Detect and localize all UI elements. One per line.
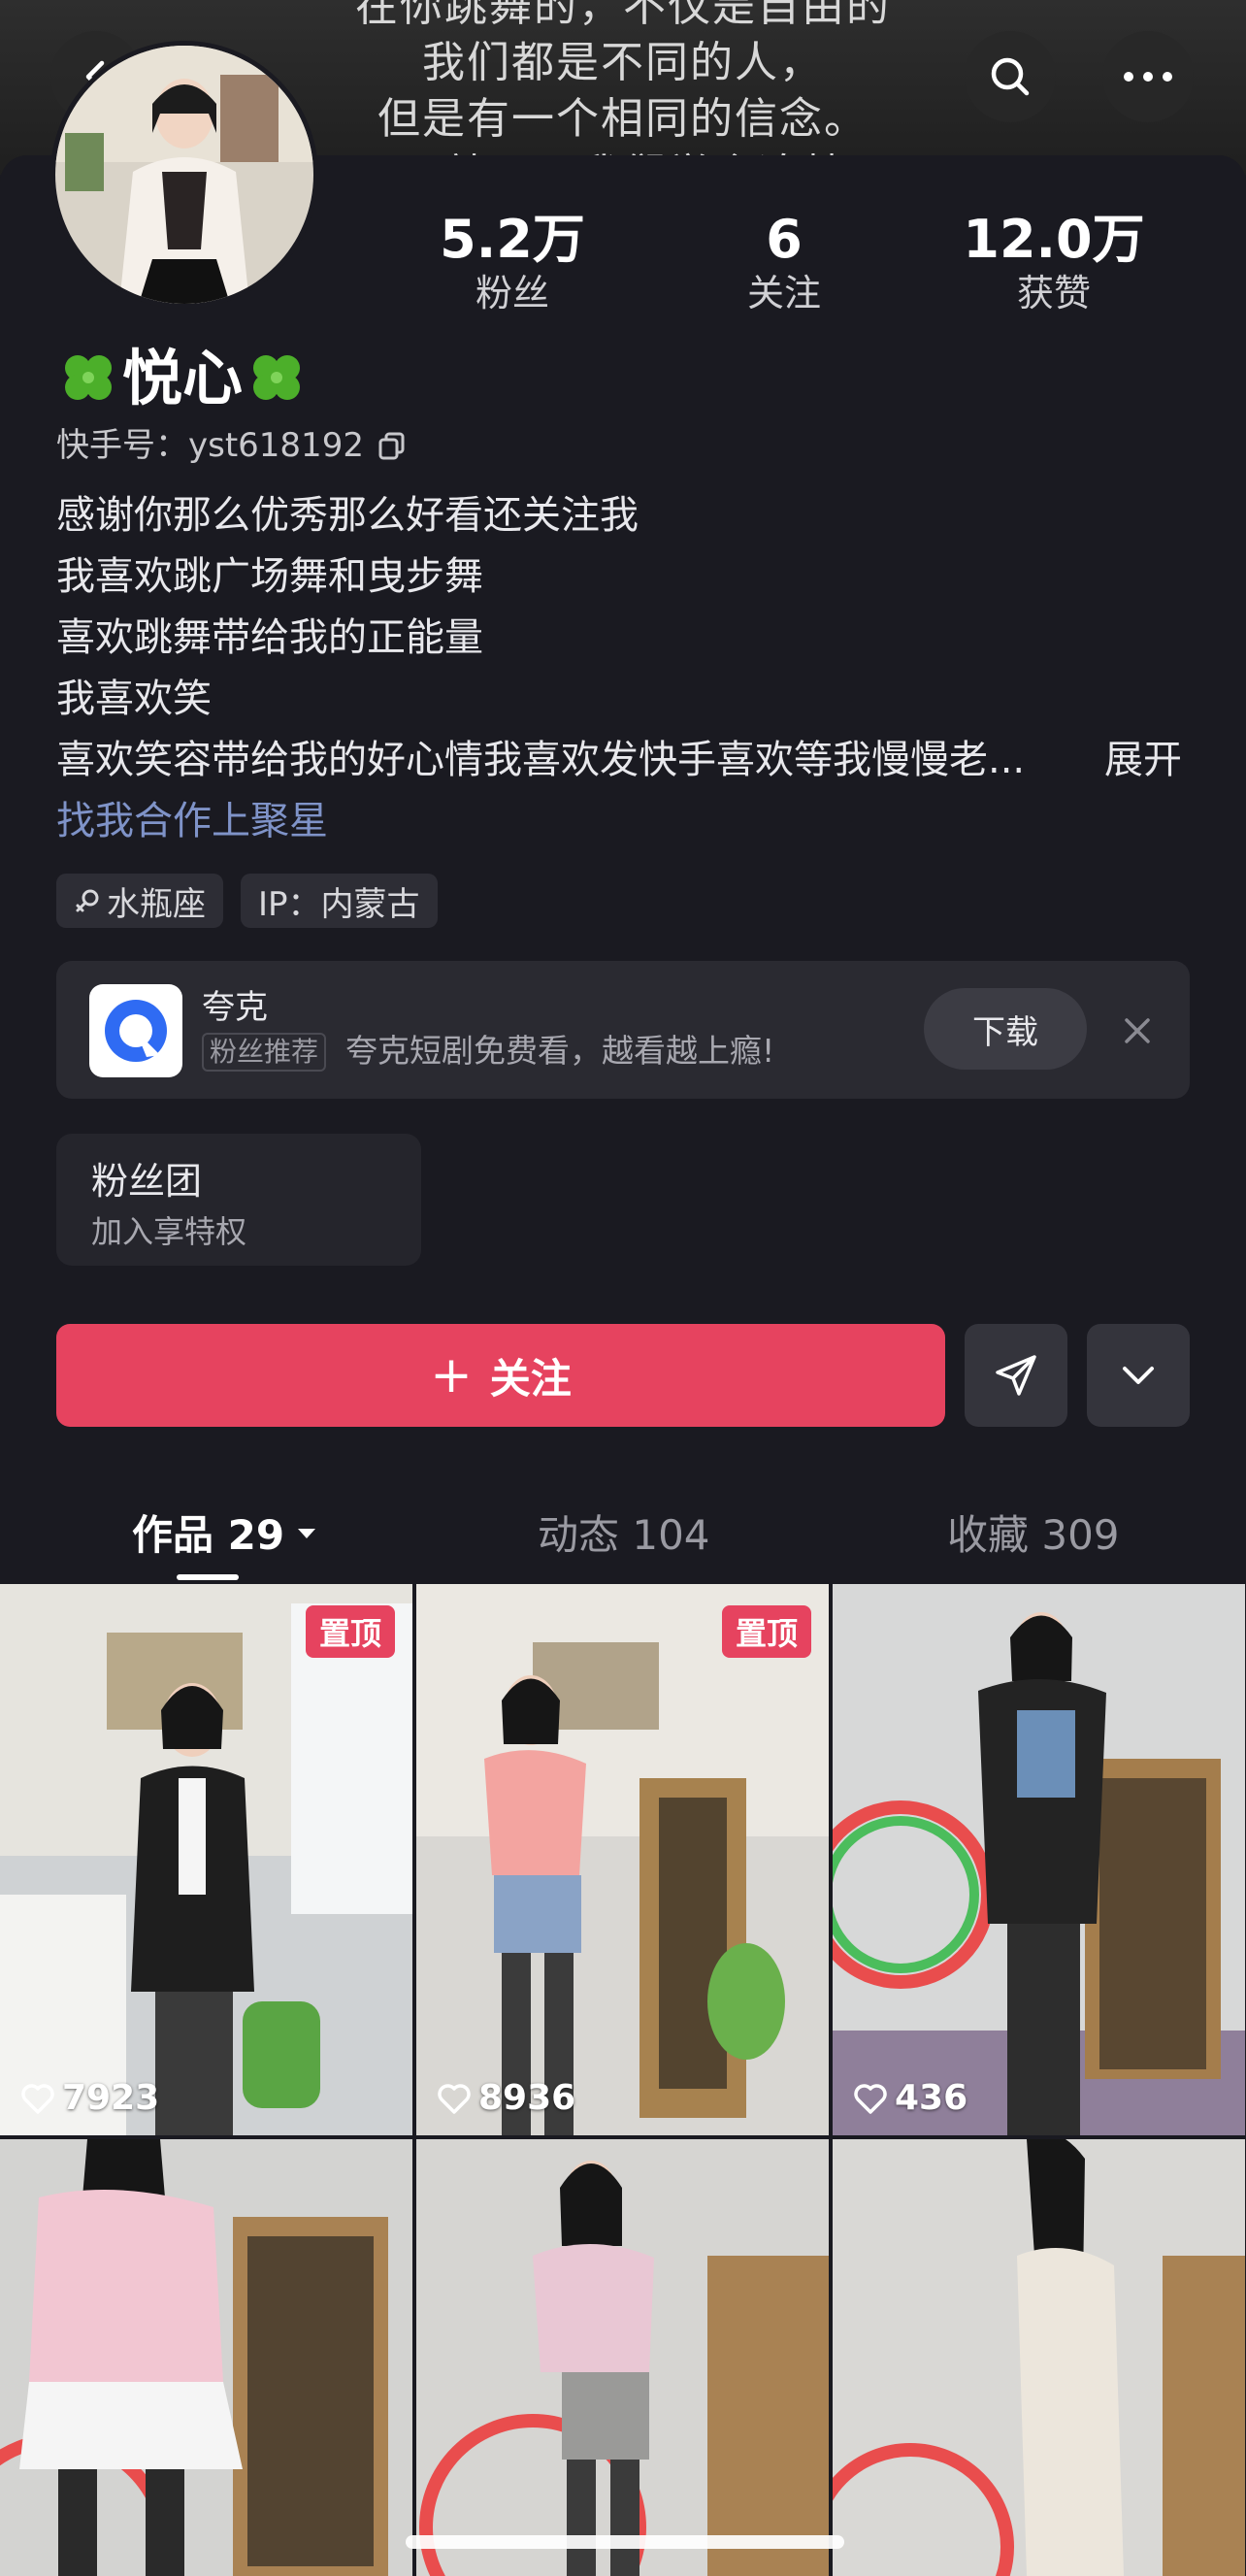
home-indicator [406,2535,844,2549]
tab-underline [177,1574,239,1580]
tab-favorites[interactable]: 收藏 309 [947,1503,1120,1562]
ad-badge: 粉丝推荐 [202,1033,327,1072]
bio-line: 我喜欢笑 [56,677,212,721]
clover-icon [65,355,112,400]
likes-count: 7923 [19,2078,159,2118]
avatar[interactable] [50,41,318,309]
stat-followers[interactable]: 5.2万 粉丝 [386,210,639,316]
close-icon [1125,1018,1150,1043]
bio-expand-link[interactable]: 展开 [1104,730,1182,791]
likes-value: 7923 [62,2078,160,2118]
search-icon [991,57,1030,96]
pinned-badge: 置顶 [721,1605,811,1658]
video-thumb[interactable] [833,2139,1245,2576]
stat-label: 关注 [746,272,821,314]
follow-label: 关注 [489,1354,572,1403]
zodiac-icon [76,889,99,912]
tag-label: IP：内蒙古 [258,884,420,924]
kuaishou-id-value: yst618192 [188,426,364,465]
heart-icon [854,2083,887,2114]
heart-icon [21,2083,54,2114]
stat-number: 12.0万 [963,209,1145,270]
bio-line: 感谢你那么优秀那么好看还关注我 [56,493,639,538]
copy-icon[interactable] [377,431,407,460]
fans-group-title: 粉丝团 [91,1160,203,1203]
stat-label: 获赞 [1016,272,1091,314]
fans-group-subtitle: 加入享特权 [91,1213,247,1250]
stat-number: 5.2万 [440,209,585,270]
fans-group-card[interactable]: 粉丝团 加入享特权 [56,1134,421,1266]
video-thumb[interactable]: 置顶 7923 [0,1584,412,2135]
stat-following[interactable]: 6 关注 [658,210,910,316]
more-button[interactable] [1102,31,1194,122]
quark-logo-icon [89,984,182,1077]
caret-down-icon [298,1528,316,1538]
bio-line: 我喜欢跳广场舞和曳步舞 [56,554,483,599]
video-thumb[interactable] [416,2139,829,2576]
ad-description: 夸克短剧免费看，越看越上瘾! [345,1032,775,1070]
profile-tags: 水瓶座 IP：内蒙古 [56,874,438,928]
chevron-down-icon [1123,1367,1154,1384]
stat-label: 粉丝 [475,272,549,314]
bio-collab-link[interactable]: 找我合作上聚星 [56,791,1182,852]
profile-name: 悦心 [54,340,311,417]
send-icon [996,1355,1036,1396]
ad-close-button[interactable] [1110,1004,1164,1058]
video-thumb[interactable]: 436 [833,1584,1245,2135]
video-thumb[interactable] [0,2139,412,2576]
expand-button[interactable] [1087,1324,1190,1427]
clover-icon [253,355,301,400]
stat-number: 6 [766,209,803,270]
likes-value: 436 [895,2078,968,2118]
bio-row: 喜欢笑容带给我的好心情我喜欢发快手喜欢等我慢慢老... 展开 [56,730,1182,791]
likes-value: 8936 [478,2078,576,2118]
more-horizontal-icon [1124,72,1172,82]
tag-label: 水瓶座 [107,884,206,924]
profile-bio: 感谢你那么优秀那么好看还关注我 我喜欢跳广场舞和曳步舞 喜欢跳舞带给我的正能量 … [56,485,1182,852]
bio-line: 喜欢跳舞带给我的正能量 [56,615,483,660]
bio-line: 喜欢笑容带给我的好心情我喜欢发快手喜欢等我慢慢老... [56,738,1026,782]
heart-icon [438,2083,471,2114]
tab-works[interactable]: 作品 29 [132,1503,321,1562]
tab-moments[interactable]: 动态 104 [538,1503,710,1562]
ad-title: 夸克 [202,988,268,1027]
stat-likes[interactable]: 12.0万 获赞 [928,210,1180,316]
ad-download-button[interactable]: 下载 [924,988,1087,1070]
likes-count: 436 [852,2078,967,2118]
pinned-badge: 置顶 [305,1605,395,1658]
search-button[interactable] [965,31,1056,122]
ad-card[interactable]: 夸克 粉丝推荐 夸克短剧免费看，越看越上瘾! 下载 [56,961,1190,1099]
share-button[interactable] [965,1324,1067,1427]
likes-count: 8936 [436,2078,575,2118]
tab-label: 作品 29 [132,1511,285,1559]
video-thumb[interactable]: 置顶 8936 [416,1584,829,2135]
plus-icon: + [430,1346,473,1404]
tag-ip: IP：内蒙古 [241,874,438,928]
content-tabs: 作品 29 动态 104 收藏 309 [0,1493,1246,1580]
banner-line: 在你跳舞的，不仅是自由的 [355,0,891,31]
profile-name-text: 悦心 [122,343,244,413]
follow-button[interactable]: + 关注 [56,1324,945,1427]
kuaishou-id: 快手号： yst618192 [56,425,407,466]
kuaishou-id-label: 快手号： [56,426,188,465]
tag-zodiac[interactable]: 水瓶座 [56,874,223,928]
